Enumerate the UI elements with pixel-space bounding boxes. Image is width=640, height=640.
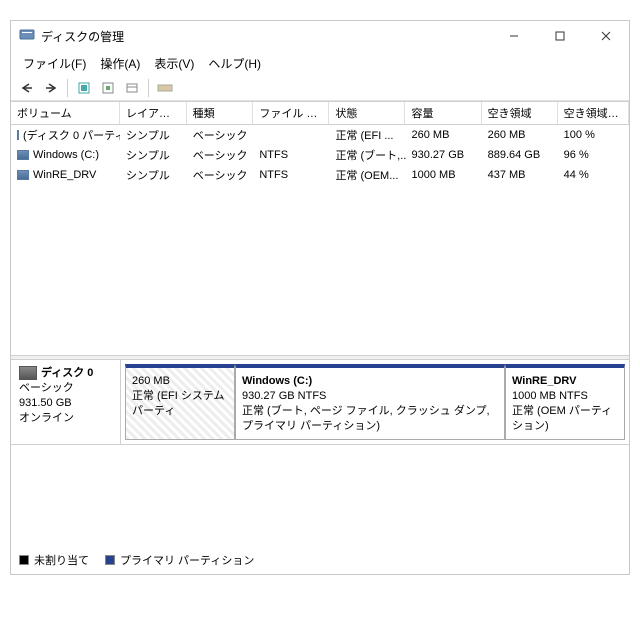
cell: WinRE_DRV [33,169,96,181]
cell: シンプル [120,146,187,164]
partition-status: 正常 (EFI システム パーティ [132,389,228,419]
cell: 44 % [558,166,629,184]
menu-file[interactable]: ファイル(F) [17,53,92,74]
minimize-button[interactable] [491,21,537,51]
list-item[interactable]: (ディスク 0 パーティショ... シンプル ベーシック 正常 (EFI ...… [11,125,629,145]
partition-status: 正常 (ブート, ページ ファイル, クラッシュ ダンプ, プライマリ パーティ… [242,404,498,434]
cell: 96 % [558,146,629,164]
partition-size: 930.27 GB NTFS [242,389,498,404]
disk-icon [19,366,37,380]
cell: シンプル [120,166,187,184]
col-layout[interactable]: レイアウト [120,102,187,124]
cell: 260 MB [482,126,558,144]
title-bar[interactable]: ディスクの管理 [11,21,629,51]
disk-label: ディスク 0 [41,367,93,379]
toolbar-button[interactable] [74,78,94,98]
separator [148,79,149,97]
col-freepct[interactable]: 空き領域の割... [558,102,629,124]
cell: 260 MB [406,126,482,144]
cell: 正常 (OEM... [329,166,405,184]
back-button[interactable] [17,78,37,98]
cell: ベーシック [187,166,254,184]
cell: 930.27 GB [406,146,482,164]
close-button[interactable] [583,21,629,51]
cell: 1000 MB [406,166,482,184]
disk-header[interactable]: ディスク 0 ベーシック 931.50 GB オンライン [11,360,121,444]
cell: 889.64 GB [482,146,558,164]
col-type[interactable]: 種類 [187,102,254,124]
separator [67,79,68,97]
cell: Windows (C:) [33,149,99,161]
partition-size: 260 MB [132,374,228,389]
refresh-button[interactable] [98,78,118,98]
cell [253,126,329,144]
col-status[interactable]: 状態 [329,102,405,124]
legend-label: プライマリ パーティション [120,552,254,568]
partition-name: WinRE_DRV [512,375,577,387]
toolbar-button[interactable] [155,78,175,98]
volume-list: (ディスク 0 パーティショ... シンプル ベーシック 正常 (EFI ...… [11,125,629,185]
col-free[interactable]: 空き領域 [482,102,558,124]
menu-view[interactable]: 表示(V) [148,53,200,74]
cell: ベーシック [187,146,254,164]
disk-size: 931.50 GB [19,396,112,411]
partition-winre[interactable]: WinRE_DRV 1000 MB NTFS 正常 (OEM パーティション) [505,364,625,440]
legend-swatch-primary [105,555,115,565]
partition-efi[interactable]: 260 MB 正常 (EFI システム パーティ [125,364,235,440]
menu-help[interactable]: ヘルプ(H) [202,53,267,74]
volume-icon [17,150,29,160]
maximize-button[interactable] [537,21,583,51]
forward-button[interactable] [41,78,61,98]
app-icon [19,26,35,47]
toolbar [11,76,629,101]
menu-action[interactable]: 操作(A) [94,53,146,74]
list-empty-area [11,185,629,355]
partition-status: 正常 (OEM パーティション) [512,404,618,434]
cell: NTFS [253,146,329,164]
partition-name: Windows (C:) [242,375,312,387]
cell: (ディスク 0 パーティショ... [23,127,120,143]
partition-windows[interactable]: Windows (C:) 930.27 GB NTFS 正常 (ブート, ページ… [235,364,505,440]
list-item[interactable]: WinRE_DRV シンプル ベーシック NTFS 正常 (OEM... 100… [11,165,629,185]
cell: シンプル [120,126,187,144]
disk-type: ベーシック [19,381,112,396]
disk-management-window: ディスクの管理 ファイル(F) 操作(A) 表示(V) ヘルプ(H) ボリューム… [10,20,630,575]
cell: 437 MB [482,166,558,184]
col-capacity[interactable]: 容量 [405,102,481,124]
cell: NTFS [253,166,329,184]
column-headers: ボリューム レイアウト 種類 ファイル システム 状態 容量 空き領域 空き領域… [11,101,629,125]
legend-label: 未割り当て [34,552,89,568]
list-item[interactable]: Windows (C:) シンプル ベーシック NTFS 正常 (ブート,...… [11,145,629,165]
cell: 正常 (EFI ... [329,126,405,144]
legend: 未割り当て プライマリ パーティション [19,552,254,568]
toolbar-button[interactable] [122,78,142,98]
window-title: ディスクの管理 [41,28,491,45]
legend-swatch-unallocated [19,555,29,565]
col-filesystem[interactable]: ファイル システム [253,102,329,124]
volume-icon [17,130,19,140]
cell: ベーシック [187,126,254,144]
volume-icon [17,170,29,180]
col-volume[interactable]: ボリューム [11,102,120,124]
cell: 100 % [558,126,629,144]
disk-status: オンライン [19,411,112,426]
disk-graphical-view: ディスク 0 ベーシック 931.50 GB オンライン 260 MB 正常 (… [11,360,629,445]
partition-size: 1000 MB NTFS [512,389,618,404]
menu-bar: ファイル(F) 操作(A) 表示(V) ヘルプ(H) [11,51,629,76]
cell: 正常 (ブート,... [329,146,405,164]
